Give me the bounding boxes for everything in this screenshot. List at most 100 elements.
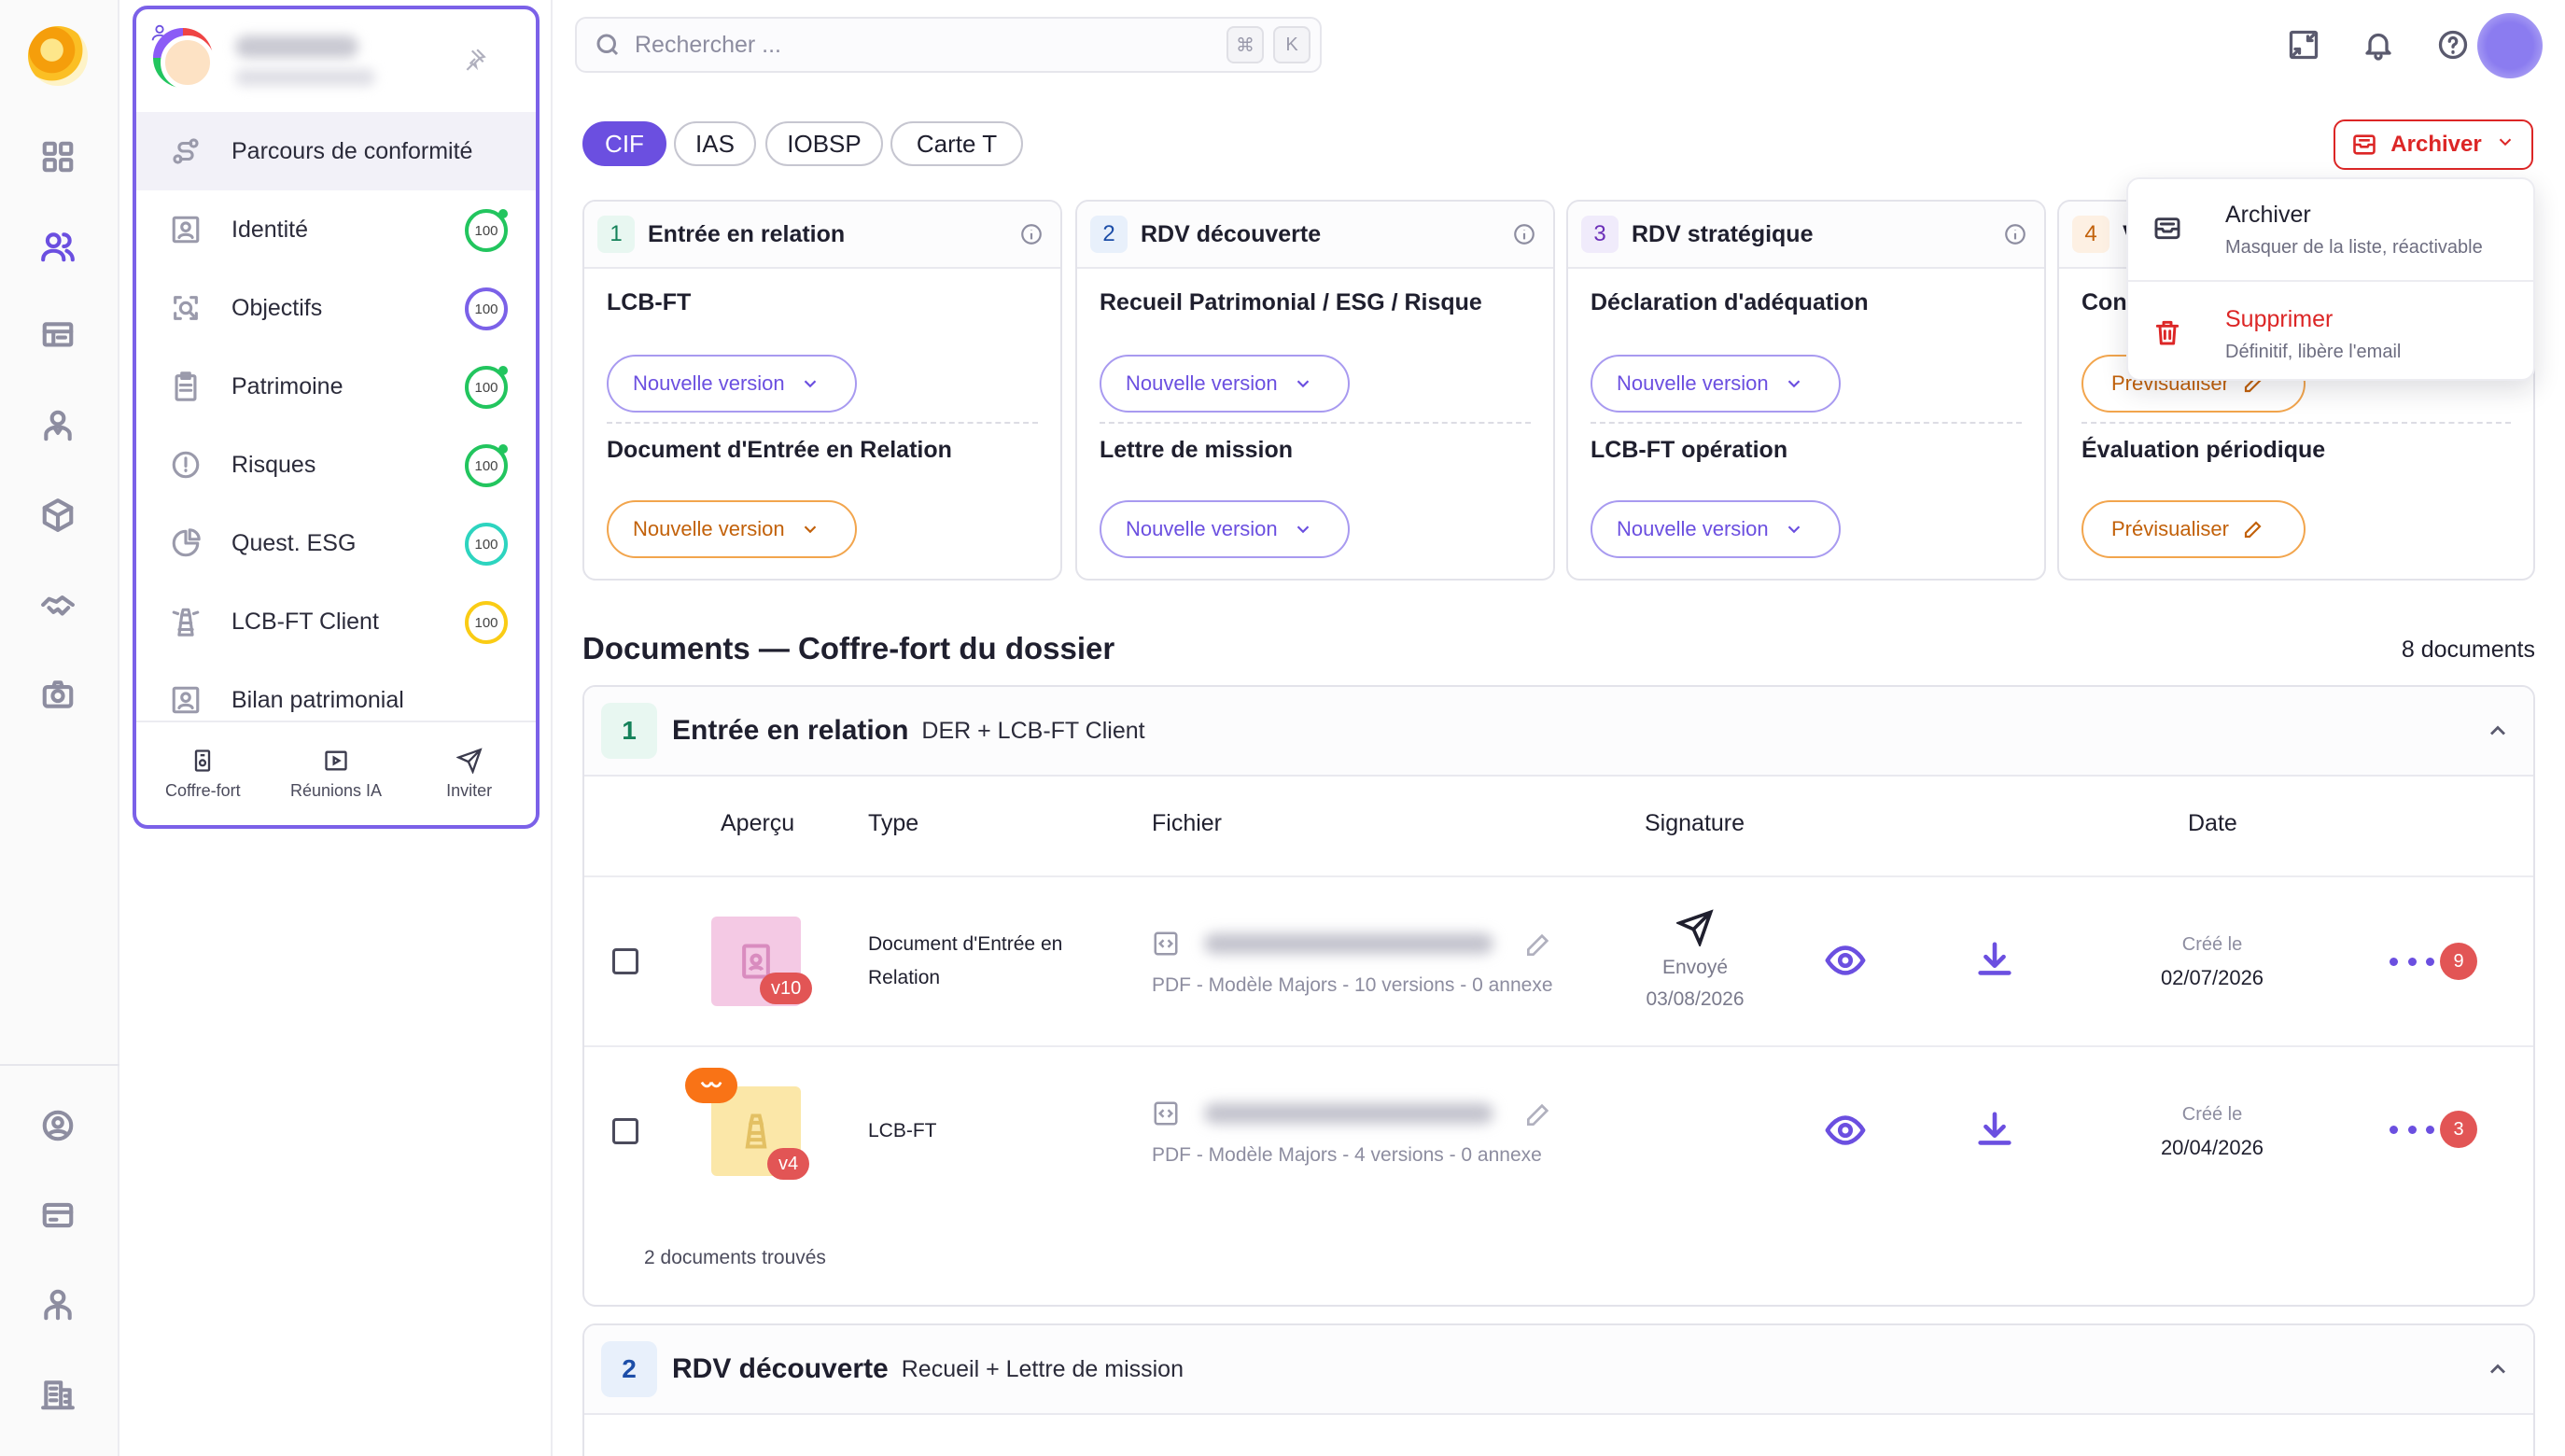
nav-item-patrimoine[interactable]: Patrimoine 100 <box>136 347 536 426</box>
camera-icon[interactable] <box>32 668 84 721</box>
chevron-up-icon[interactable] <box>2485 718 2511 744</box>
documents-count: 8 documents <box>2401 637 2535 663</box>
phase-doc-label: Document d'Entrée en Relation <box>607 437 952 463</box>
more-options-icon[interactable] <box>2390 1120 2434 1139</box>
section-header[interactable]: 1 Entrée en relation DER + LCB-FT Client <box>584 687 2533 777</box>
nav-item-esg[interactable]: Quest. ESG 100 <box>136 504 536 582</box>
row-checkbox[interactable] <box>612 1118 638 1144</box>
company-icon[interactable] <box>32 1368 84 1421</box>
client-panel: Parcours de conformité Identité 100 Obje… <box>133 6 540 829</box>
new-version-button[interactable]: Nouvelle version <box>607 355 857 413</box>
chevron-up-icon[interactable] <box>2485 1356 2511 1382</box>
section-title: RDV découverte <box>672 1353 889 1384</box>
advisor-icon[interactable] <box>32 399 84 452</box>
score-badge: 100 <box>465 209 508 252</box>
section-header[interactable]: 2 RDV découverte Recueil + Lettre de mis… <box>584 1325 2533 1415</box>
new-version-button[interactable]: Nouvelle version <box>1591 500 1841 558</box>
info-icon[interactable] <box>2003 222 2027 246</box>
tab-cif[interactable]: CIF <box>582 121 666 166</box>
phase-number: 1 <box>597 216 635 253</box>
tab-ias[interactable]: IAS <box>674 121 756 166</box>
row-checkbox[interactable] <box>612 948 638 974</box>
help-icon[interactable] <box>2429 21 2477 69</box>
new-version-button[interactable]: Nouvelle version <box>607 500 857 558</box>
more-options-icon[interactable] <box>2390 952 2434 971</box>
nav-item-risques[interactable]: Risques 100 <box>136 426 536 504</box>
nav-item-identite[interactable]: Identité 100 <box>136 190 536 269</box>
info-icon[interactable] <box>1512 222 1536 246</box>
new-version-button[interactable]: Nouvelle version <box>1591 355 1841 413</box>
board-icon[interactable] <box>32 310 84 362</box>
billing-icon[interactable] <box>32 1189 84 1241</box>
phase-doc-label: Évaluation périodique <box>2081 437 2326 463</box>
download-icon[interactable] <box>1973 939 2016 982</box>
score-badge: 100 <box>465 444 508 487</box>
bell-icon[interactable] <box>2354 21 2403 69</box>
code-file-icon <box>1152 1099 1180 1127</box>
nav-item-objectifs[interactable]: Objectifs 100 <box>136 269 536 347</box>
section-title: Entrée en relation <box>672 715 909 746</box>
archive-button-label: Archiver <box>2390 132 2482 157</box>
archive-icon <box>2353 134 2376 155</box>
trash-icon <box>2152 317 2182 347</box>
code-file-icon <box>1152 930 1180 958</box>
archive-button[interactable]: Archiver <box>2334 119 2533 170</box>
phase-card-2: 2 RDV découverte Recueil Patrimonial / E… <box>1075 200 1555 581</box>
preview-button[interactable]: Prévisualiser <box>2081 500 2306 558</box>
id-card-icon <box>170 214 202 245</box>
products-icon[interactable] <box>32 489 84 541</box>
search-bar[interactable]: Rechercher ... ⌘ K <box>575 17 1322 73</box>
download-icon[interactable] <box>1973 1109 2016 1152</box>
route-icon <box>170 135 202 167</box>
footer-label: Coffre-fort <box>164 780 241 800</box>
search-icon <box>594 31 622 59</box>
date-label: Créé le <box>2181 1104 2243 1125</box>
clients-icon[interactable] <box>32 220 84 273</box>
section-subtitle: DER + LCB-FT Client <box>921 717 1145 744</box>
tab-iobsp[interactable]: IOBSP <box>765 121 883 166</box>
reunions-ia-button[interactable]: Réunions IA <box>270 722 403 825</box>
handshake-icon[interactable] <box>32 579 84 631</box>
alert-icon <box>170 449 202 481</box>
document-type-line: Document d'Entrée en <box>868 933 1063 955</box>
target-icon <box>170 292 202 324</box>
pin-icon[interactable] <box>463 47 487 71</box>
phase-title: Entrée en relation <box>648 220 846 247</box>
pencil-icon[interactable] <box>1523 1099 1553 1129</box>
documents-section-2: 2 RDV découverte Recueil + Lettre de mis… <box>582 1323 2535 1456</box>
divider <box>2081 422 2511 424</box>
inviter-button[interactable]: Inviter <box>402 722 536 825</box>
video-icon <box>325 750 347 770</box>
dashboard-icon[interactable] <box>32 131 84 183</box>
profile-icon[interactable] <box>32 1099 84 1152</box>
nav-item-parcours[interactable]: Parcours de conformité <box>136 112 536 190</box>
new-version-button[interactable]: Nouvelle version <box>1100 355 1350 413</box>
nav-item-lcbft[interactable]: LCB-FT Client 100 <box>136 582 536 661</box>
eye-icon[interactable] <box>1824 1109 1867 1152</box>
phase-number: 4 <box>2072 216 2109 253</box>
search-input[interactable]: Rechercher ... <box>635 32 1226 59</box>
menu-item-delete[interactable]: Supprimer Définitif, libère l'email <box>2128 284 2533 381</box>
nav-item-label: Risques <box>231 451 316 478</box>
team-icon[interactable] <box>32 1279 84 1331</box>
app-logo[interactable] <box>28 26 88 86</box>
info-icon[interactable] <box>1019 222 1044 246</box>
collapse-icon[interactable] <box>2279 21 2328 69</box>
signature-status-text: Envoyé <box>1661 957 1729 978</box>
pencil-icon[interactable] <box>1523 930 1553 959</box>
menu-item-archive[interactable]: Archiver Masquer de la liste, réactivabl… <box>2128 179 2533 276</box>
user-avatar[interactable] <box>2477 13 2543 78</box>
rail-divider <box>0 1064 119 1066</box>
new-version-button[interactable]: Nouvelle version <box>1100 500 1350 558</box>
column-header-date: Date <box>2188 810 2237 836</box>
tab-carte-t[interactable]: Carte T <box>890 121 1023 166</box>
phase-header: 3 RDV stratégique <box>1568 202 2044 269</box>
file-meta: PDF - Modèle Majors - 10 versions - 0 an… <box>1152 974 1553 996</box>
coffre-fort-button[interactable]: Coffre-fort <box>136 722 270 825</box>
eye-icon[interactable] <box>1824 939 1867 982</box>
count-badge: 9 <box>2440 943 2477 980</box>
date-value: 02/07/2026 <box>2160 966 2264 989</box>
section-subtitle: Recueil + Lettre de mission <box>901 1355 1184 1382</box>
phase-card-1: 1 Entrée en relation LCB-FT Nouvelle ver… <box>582 200 1062 581</box>
nav-item-label: LCB-FT Client <box>231 608 379 635</box>
